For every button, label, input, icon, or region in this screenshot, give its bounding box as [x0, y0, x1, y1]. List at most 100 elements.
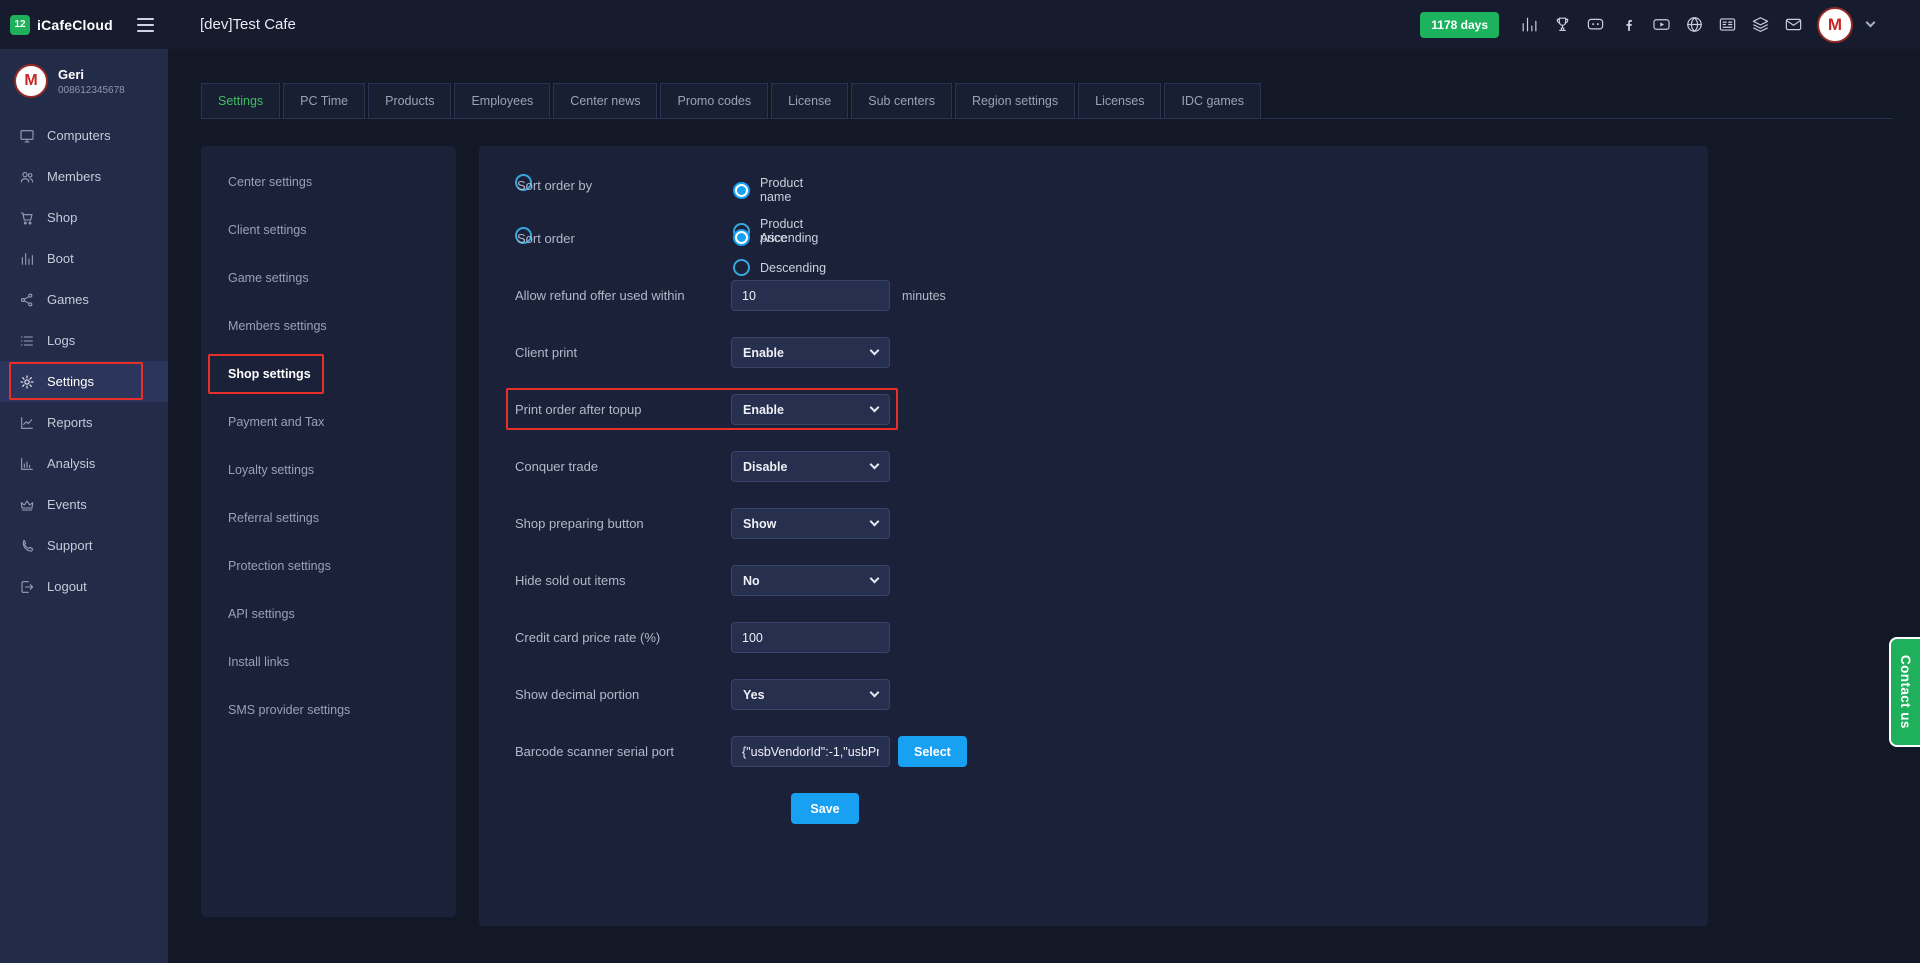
sidebar-item-label: Support — [47, 538, 93, 553]
tab-licenses[interactable]: Licenses — [1078, 83, 1161, 119]
sidebar-item-shop[interactable]: Shop — [0, 197, 168, 238]
barcode-scanner-input[interactable] — [731, 736, 890, 767]
cart-icon — [18, 209, 35, 226]
chevron-down-icon — [870, 460, 880, 470]
form-row-hide-sold-out: Hide sold out items No — [515, 565, 1135, 596]
tab-promo-codes[interactable]: Promo codes — [660, 83, 768, 119]
submenu-install-links[interactable]: Install links — [201, 638, 456, 686]
tab-products[interactable]: Products — [368, 83, 451, 119]
sidebar-item-reports[interactable]: Reports — [0, 402, 168, 443]
form-row-sort-order-by: Sort order by Product name Product price — [515, 174, 532, 191]
chevron-down-icon — [870, 517, 880, 527]
contact-us-tab[interactable]: Contact us — [1889, 637, 1920, 747]
bar-chart-icon — [18, 455, 35, 472]
credit-card-rate-input[interactable] — [731, 622, 890, 653]
layers-icon[interactable] — [1750, 15, 1770, 35]
form-row-show-decimal: Show decimal portion Yes — [515, 679, 1135, 710]
user-avatar[interactable]: M — [1817, 7, 1853, 43]
hamburger-menu-icon[interactable] — [135, 14, 156, 36]
tab-employees[interactable]: Employees — [454, 83, 550, 119]
client-print-select[interactable]: Enable — [731, 337, 890, 368]
days-badge[interactable]: 1178 days — [1420, 12, 1499, 38]
field-label: Show decimal portion — [515, 687, 731, 702]
submenu-loyalty-settings[interactable]: Loyalty settings — [201, 446, 456, 494]
radio-selected-icon — [733, 229, 750, 246]
submenu-sms-provider-settings[interactable]: SMS provider settings — [201, 686, 456, 734]
submenu-game-settings[interactable]: Game settings — [201, 254, 456, 302]
nodes-icon — [18, 291, 35, 308]
chevron-down-icon — [870, 574, 880, 584]
card-icon[interactable] — [1717, 15, 1737, 35]
chevron-down-icon[interactable] — [1866, 18, 1876, 28]
submenu-shop-settings[interactable]: Shop settings — [201, 350, 456, 398]
bars-icon — [18, 250, 35, 267]
sidebar-item-label: Computers — [47, 128, 111, 143]
sidebar-item-members[interactable]: Members — [0, 156, 168, 197]
field-label: Print order after topup — [515, 402, 731, 417]
tab-settings[interactable]: Settings — [201, 83, 280, 119]
barcode-select-button[interactable]: Select — [898, 736, 967, 767]
field-label: Conquer trade — [515, 459, 731, 474]
field-label: Barcode scanner serial port — [515, 744, 731, 759]
show-decimal-select[interactable]: Yes — [731, 679, 890, 710]
shop-settings-form: Sort order by Product name Product price — [479, 146, 1708, 926]
field-label: Shop preparing button — [515, 516, 731, 531]
brand-name[interactable]: iCafeCloud — [37, 17, 113, 33]
sidebar-item-events[interactable]: Events — [0, 484, 168, 525]
topbar-right: 1178 days M — [1420, 7, 1920, 43]
hide-sold-out-select[interactable]: No — [731, 565, 890, 596]
sidebar-item-settings[interactable]: Settings — [0, 361, 168, 402]
trophy-icon[interactable] — [1552, 15, 1572, 35]
submenu-referral-settings[interactable]: Referral settings — [201, 494, 456, 542]
list-icon — [18, 332, 35, 349]
field-label: Hide sold out items — [515, 573, 731, 588]
field-label: Credit card price rate (%) — [515, 630, 731, 645]
tab-idc-games[interactable]: IDC games — [1164, 83, 1261, 119]
sidebar-item-logout[interactable]: Logout — [0, 566, 168, 607]
conquer-trade-select[interactable]: Disable — [731, 451, 890, 482]
cafe-title: [dev]Test Cafe — [200, 16, 296, 33]
field-label: Sort order by — [517, 176, 733, 193]
submenu-client-settings[interactable]: Client settings — [201, 206, 456, 254]
chevron-down-icon — [870, 403, 880, 413]
radio-descending[interactable]: Descending — [733, 259, 826, 276]
submenu-members-settings[interactable]: Members settings — [201, 302, 456, 350]
print-order-after-topup-select[interactable]: Enable — [731, 394, 890, 425]
tab-sub-centers[interactable]: Sub centers — [851, 83, 952, 119]
youtube-icon[interactable] — [1651, 15, 1671, 35]
tab-license[interactable]: License — [771, 83, 848, 119]
sidebar-item-logs[interactable]: Logs — [0, 320, 168, 361]
submenu-label: Shop settings — [228, 367, 311, 381]
tab-region-settings[interactable]: Region settings — [955, 83, 1075, 119]
sidebar-item-computers[interactable]: Computers — [0, 115, 168, 156]
save-button[interactable]: Save — [791, 793, 858, 824]
tab-pc-time[interactable]: PC Time — [283, 83, 365, 119]
avatar[interactable]: M — [14, 64, 48, 98]
facebook-icon[interactable] — [1618, 15, 1638, 35]
phone-icon — [18, 537, 35, 554]
submenu-protection-settings[interactable]: Protection settings — [201, 542, 456, 590]
brand-logo[interactable]: 12 — [10, 15, 30, 35]
sidebar-item-support[interactable]: Support — [0, 525, 168, 566]
sidebar-item-boot[interactable]: Boot — [0, 238, 168, 279]
sidebar-item-games[interactable]: Games — [0, 279, 168, 320]
globe-icon[interactable] — [1684, 15, 1704, 35]
submenu-center-settings[interactable]: Center settings — [201, 158, 456, 206]
radio-ascending[interactable]: Ascending — [733, 229, 826, 246]
radio-product-name[interactable]: Product name — [733, 176, 803, 204]
tab-center-news[interactable]: Center news — [553, 83, 657, 119]
discord-icon[interactable] — [1585, 15, 1605, 35]
radio-selected-icon — [733, 182, 750, 199]
shop-preparing-button-select[interactable]: Show — [731, 508, 890, 539]
mail-icon[interactable] — [1783, 15, 1803, 35]
refund-minutes-input[interactable] — [731, 280, 890, 311]
submenu-api-settings[interactable]: API settings — [201, 590, 456, 638]
sidebar-item-label: Settings — [47, 374, 94, 389]
form-row-barcode-scanner: Barcode scanner serial port Select — [515, 736, 1135, 767]
sidebar-item-analysis[interactable]: Analysis — [0, 443, 168, 484]
select-value: Disable — [743, 460, 787, 474]
form-row-client-print: Client print Enable — [515, 337, 1135, 368]
gear-icon — [18, 373, 35, 390]
stats-icon[interactable] — [1519, 15, 1539, 35]
submenu-payment-and-tax[interactable]: Payment and Tax — [201, 398, 456, 446]
